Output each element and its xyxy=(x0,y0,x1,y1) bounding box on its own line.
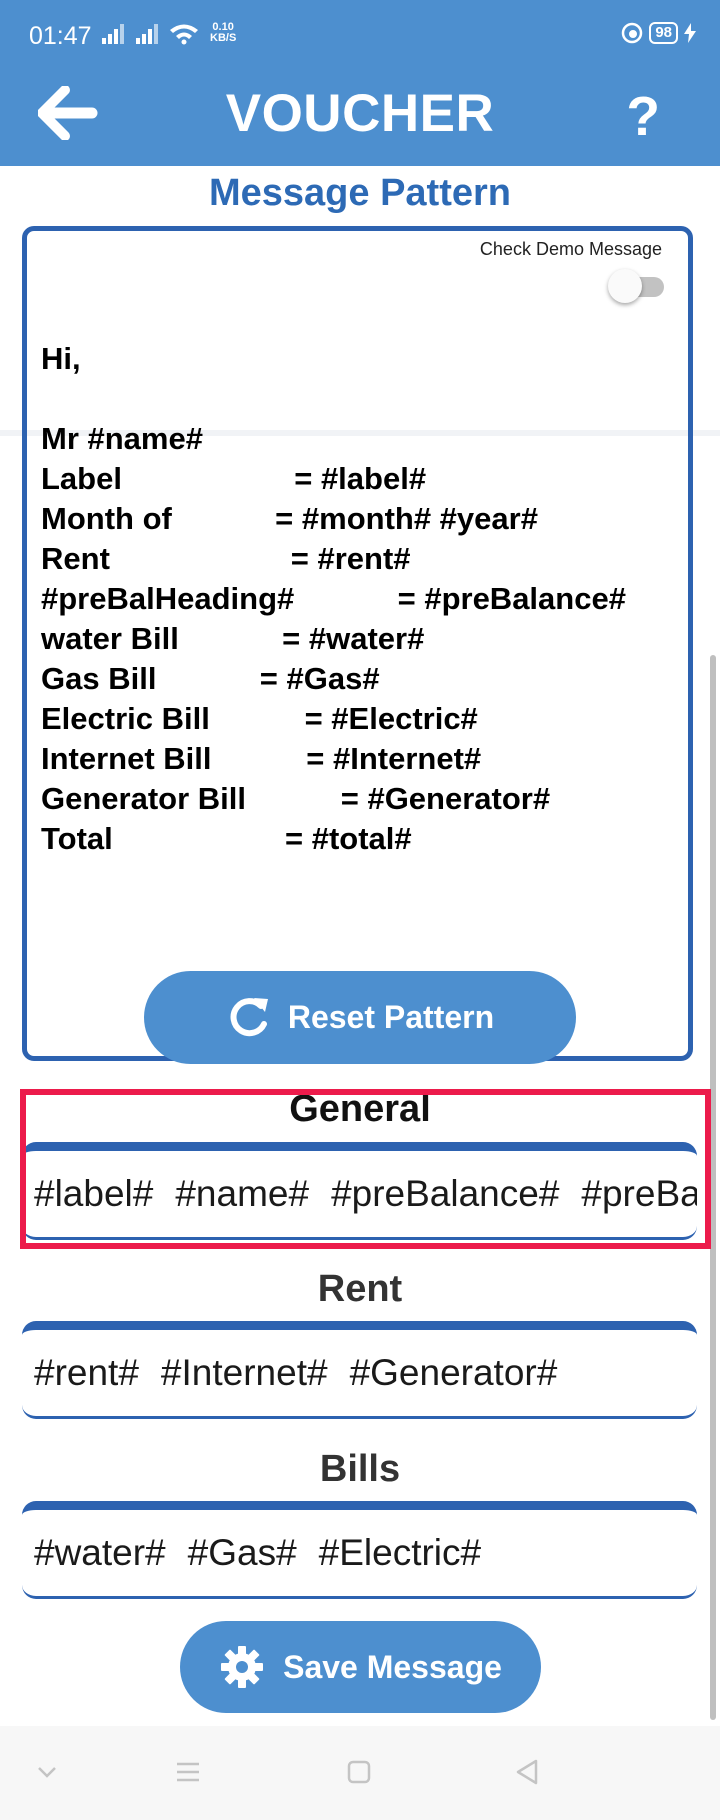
message-pattern-title: Message Pattern xyxy=(208,172,511,214)
tag-chip[interactable]: #water# xyxy=(34,1532,166,1574)
reset-pattern-button[interactable]: Reset Pattern xyxy=(144,971,576,1064)
tag-chip[interactable]: #Electric# xyxy=(319,1532,481,1574)
tag-chip[interactable]: #preBalHeading# xyxy=(581,1173,697,1215)
category-title-bills: Bills xyxy=(319,1448,401,1490)
system-nav-bar xyxy=(0,1726,720,1820)
tag-chip[interactable]: #label# xyxy=(34,1173,153,1215)
page-title: VOUCHER xyxy=(225,84,495,143)
category-title-general: General xyxy=(289,1088,431,1130)
toggle-knob xyxy=(608,269,642,303)
menu-icon[interactable] xyxy=(175,1760,201,1784)
tag-row-general[interactable]: #label# #name# #preBalance# #preBalHeadi… xyxy=(22,1142,697,1240)
tag-chip[interactable]: #rent# xyxy=(34,1352,139,1394)
demo-message-toggle[interactable] xyxy=(608,269,664,303)
tag-chip[interactable]: #name# xyxy=(175,1173,309,1215)
scrollbar[interactable] xyxy=(710,655,716,1720)
gear-icon xyxy=(221,1646,264,1688)
message-pattern-box: Check Demo Message Hi, Mr #name# Label =… xyxy=(22,226,693,1064)
help-button[interactable]: ? xyxy=(626,84,660,148)
network-speed: 0.10 KB/S xyxy=(210,21,237,44)
chevron-down-icon[interactable] xyxy=(36,1764,58,1780)
message-text[interactable]: Hi, Mr #name# Label = #label# Month of =… xyxy=(41,339,681,859)
status-right: 98 xyxy=(621,22,696,44)
status-time: 01:47 xyxy=(29,22,92,50)
tag-chip[interactable]: #Internet# xyxy=(161,1352,328,1394)
tag-row-bills[interactable]: #water# #Gas# #Electric# xyxy=(22,1501,697,1599)
refresh-icon xyxy=(230,997,268,1036)
tag-row-rent[interactable]: #rent# #Internet# #Generator# xyxy=(22,1321,697,1419)
back-triangle-icon[interactable] xyxy=(514,1758,540,1786)
tag-chip[interactable]: #preBalance# xyxy=(331,1173,559,1215)
charging-icon xyxy=(684,23,696,43)
signal-wifi-icons xyxy=(102,24,198,45)
tag-chip[interactable]: #Gas# xyxy=(188,1532,297,1574)
category-title-rent: Rent xyxy=(317,1268,403,1310)
save-message-label: Save Message xyxy=(283,1648,502,1685)
battery-indicator: 98 xyxy=(649,22,678,44)
face-icon xyxy=(622,22,643,44)
save-message-button[interactable]: Save Message xyxy=(180,1621,541,1713)
app-bar: 01:47 0.10 KB/S 98 VOUCHER ? xyxy=(0,0,720,166)
tag-chip[interactable]: #Generator# xyxy=(350,1352,558,1394)
demo-toggle-label: Check Demo Message xyxy=(479,239,662,259)
home-square-icon[interactable] xyxy=(346,1759,372,1785)
reset-pattern-label: Reset Pattern xyxy=(287,999,495,1035)
